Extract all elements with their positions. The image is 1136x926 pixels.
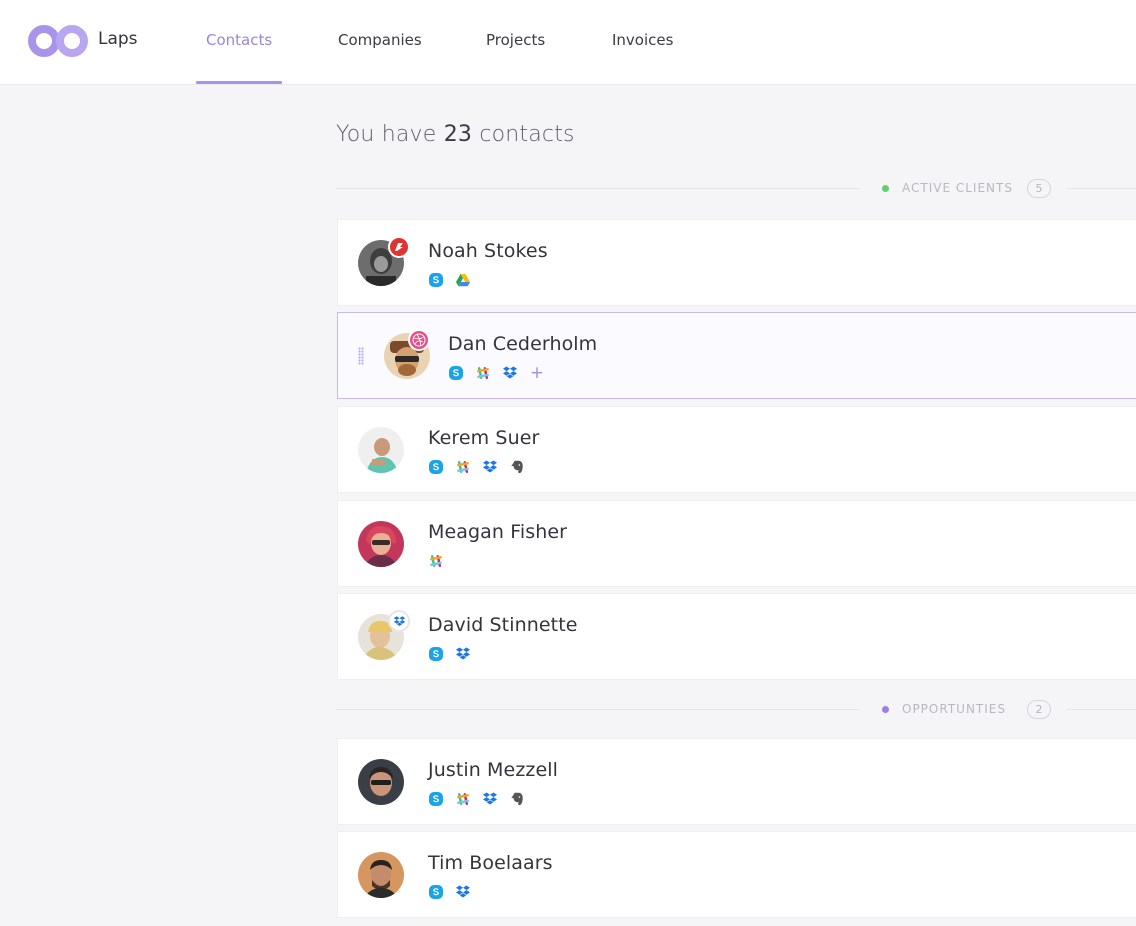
laps-logo-icon[interactable] bbox=[28, 25, 88, 57]
dropbox-icon[interactable] bbox=[455, 646, 471, 662]
contact-name[interactable]: Tim Boelaars bbox=[428, 852, 553, 874]
skype-icon[interactable] bbox=[448, 365, 464, 381]
contact-card-noah-stokes[interactable]: Noah Stokes bbox=[337, 219, 1136, 306]
section-count-badge: 5 bbox=[1027, 179, 1051, 198]
tab-companies[interactable]: Companies bbox=[338, 31, 422, 49]
tab-invoices[interactable]: Invoices bbox=[612, 31, 673, 49]
divider-line bbox=[336, 188, 860, 189]
skype-icon[interactable] bbox=[428, 272, 444, 288]
google-drive-icon[interactable] bbox=[455, 272, 471, 288]
section-label: ACTIVE CLIENTS bbox=[902, 181, 1013, 195]
page-title: You have 23 contacts bbox=[336, 122, 575, 147]
contact-card-david-stinnette[interactable]: David Stinnette bbox=[337, 593, 1136, 680]
title-suffix: contacts bbox=[479, 122, 575, 147]
skype-icon[interactable] bbox=[428, 884, 444, 900]
dropbox-icon[interactable] bbox=[455, 884, 471, 900]
contact-name[interactable]: Dan Cederholm bbox=[448, 333, 597, 355]
contact-name[interactable]: Noah Stokes bbox=[428, 240, 548, 262]
dropbox-icon[interactable] bbox=[482, 791, 498, 807]
status-dot bbox=[882, 185, 889, 192]
contact-card-tim-boelaars[interactable]: Tim Boelaars bbox=[337, 831, 1136, 918]
title-prefix: You have bbox=[336, 122, 437, 147]
divider-line bbox=[1066, 709, 1136, 710]
dropbox-icon[interactable] bbox=[502, 365, 518, 381]
evernote-icon[interactable] bbox=[509, 791, 525, 807]
evernote-icon[interactable] bbox=[509, 459, 525, 475]
dropbox-icon[interactable] bbox=[482, 459, 498, 475]
connected-apps bbox=[428, 883, 471, 901]
section-label: OPPORTUNTIES bbox=[902, 702, 1006, 716]
section-header-opportunities: OPPORTUNTIES 2 bbox=[336, 700, 1136, 720]
contact-name[interactable]: Justin Mezzell bbox=[428, 759, 558, 781]
contact-count: 23 bbox=[443, 122, 473, 147]
status-dot bbox=[882, 706, 889, 713]
section-count-badge: 2 bbox=[1027, 700, 1051, 719]
top-navigation-bar: Laps Contacts Companies Projects Invoice… bbox=[0, 0, 1136, 85]
connected-apps bbox=[428, 790, 525, 808]
divider-line bbox=[1066, 188, 1136, 189]
avatar bbox=[358, 427, 404, 473]
slack-icon[interactable] bbox=[455, 459, 471, 475]
dribbble-badge-icon bbox=[408, 329, 430, 351]
avatar bbox=[358, 759, 404, 805]
contact-name[interactable]: Kerem Suer bbox=[428, 427, 539, 449]
connected-apps bbox=[428, 552, 444, 570]
contact-card-kerem-suer[interactable]: Kerem Suer bbox=[337, 406, 1136, 493]
contact-card-dan-cederholm[interactable]: Dan Cederholm + bbox=[337, 312, 1136, 399]
tab-contacts[interactable]: Contacts bbox=[206, 31, 272, 49]
contact-card-justin-mezzell[interactable]: Justin Mezzell bbox=[337, 738, 1136, 825]
slack-icon[interactable] bbox=[428, 553, 444, 569]
slack-icon[interactable] bbox=[455, 791, 471, 807]
drag-handle-icon[interactable] bbox=[358, 347, 364, 365]
avatar bbox=[358, 521, 404, 567]
contact-name[interactable]: Meagan Fisher bbox=[428, 521, 567, 543]
active-tab-indicator bbox=[196, 81, 282, 84]
contact-name[interactable]: David Stinnette bbox=[428, 614, 578, 636]
brand-badge-icon bbox=[388, 236, 410, 258]
skype-icon[interactable] bbox=[428, 459, 444, 475]
app-name[interactable]: Laps bbox=[98, 29, 138, 49]
connected-apps bbox=[428, 271, 471, 289]
avatar bbox=[358, 852, 404, 898]
skype-icon[interactable] bbox=[428, 791, 444, 807]
section-header-active-clients: ACTIVE CLIENTS 5 bbox=[336, 179, 1136, 199]
add-app-icon[interactable]: + bbox=[529, 365, 545, 382]
connected-apps bbox=[428, 458, 525, 476]
connected-apps: + bbox=[448, 364, 545, 382]
divider-line bbox=[336, 709, 860, 710]
skype-icon[interactable] bbox=[428, 646, 444, 662]
connected-apps bbox=[428, 645, 471, 663]
tab-projects[interactable]: Projects bbox=[486, 31, 545, 49]
contact-card-meagan-fisher[interactable]: Meagan Fisher bbox=[337, 500, 1136, 587]
slack-icon[interactable] bbox=[475, 365, 491, 381]
dropbox-badge-icon bbox=[388, 610, 410, 632]
